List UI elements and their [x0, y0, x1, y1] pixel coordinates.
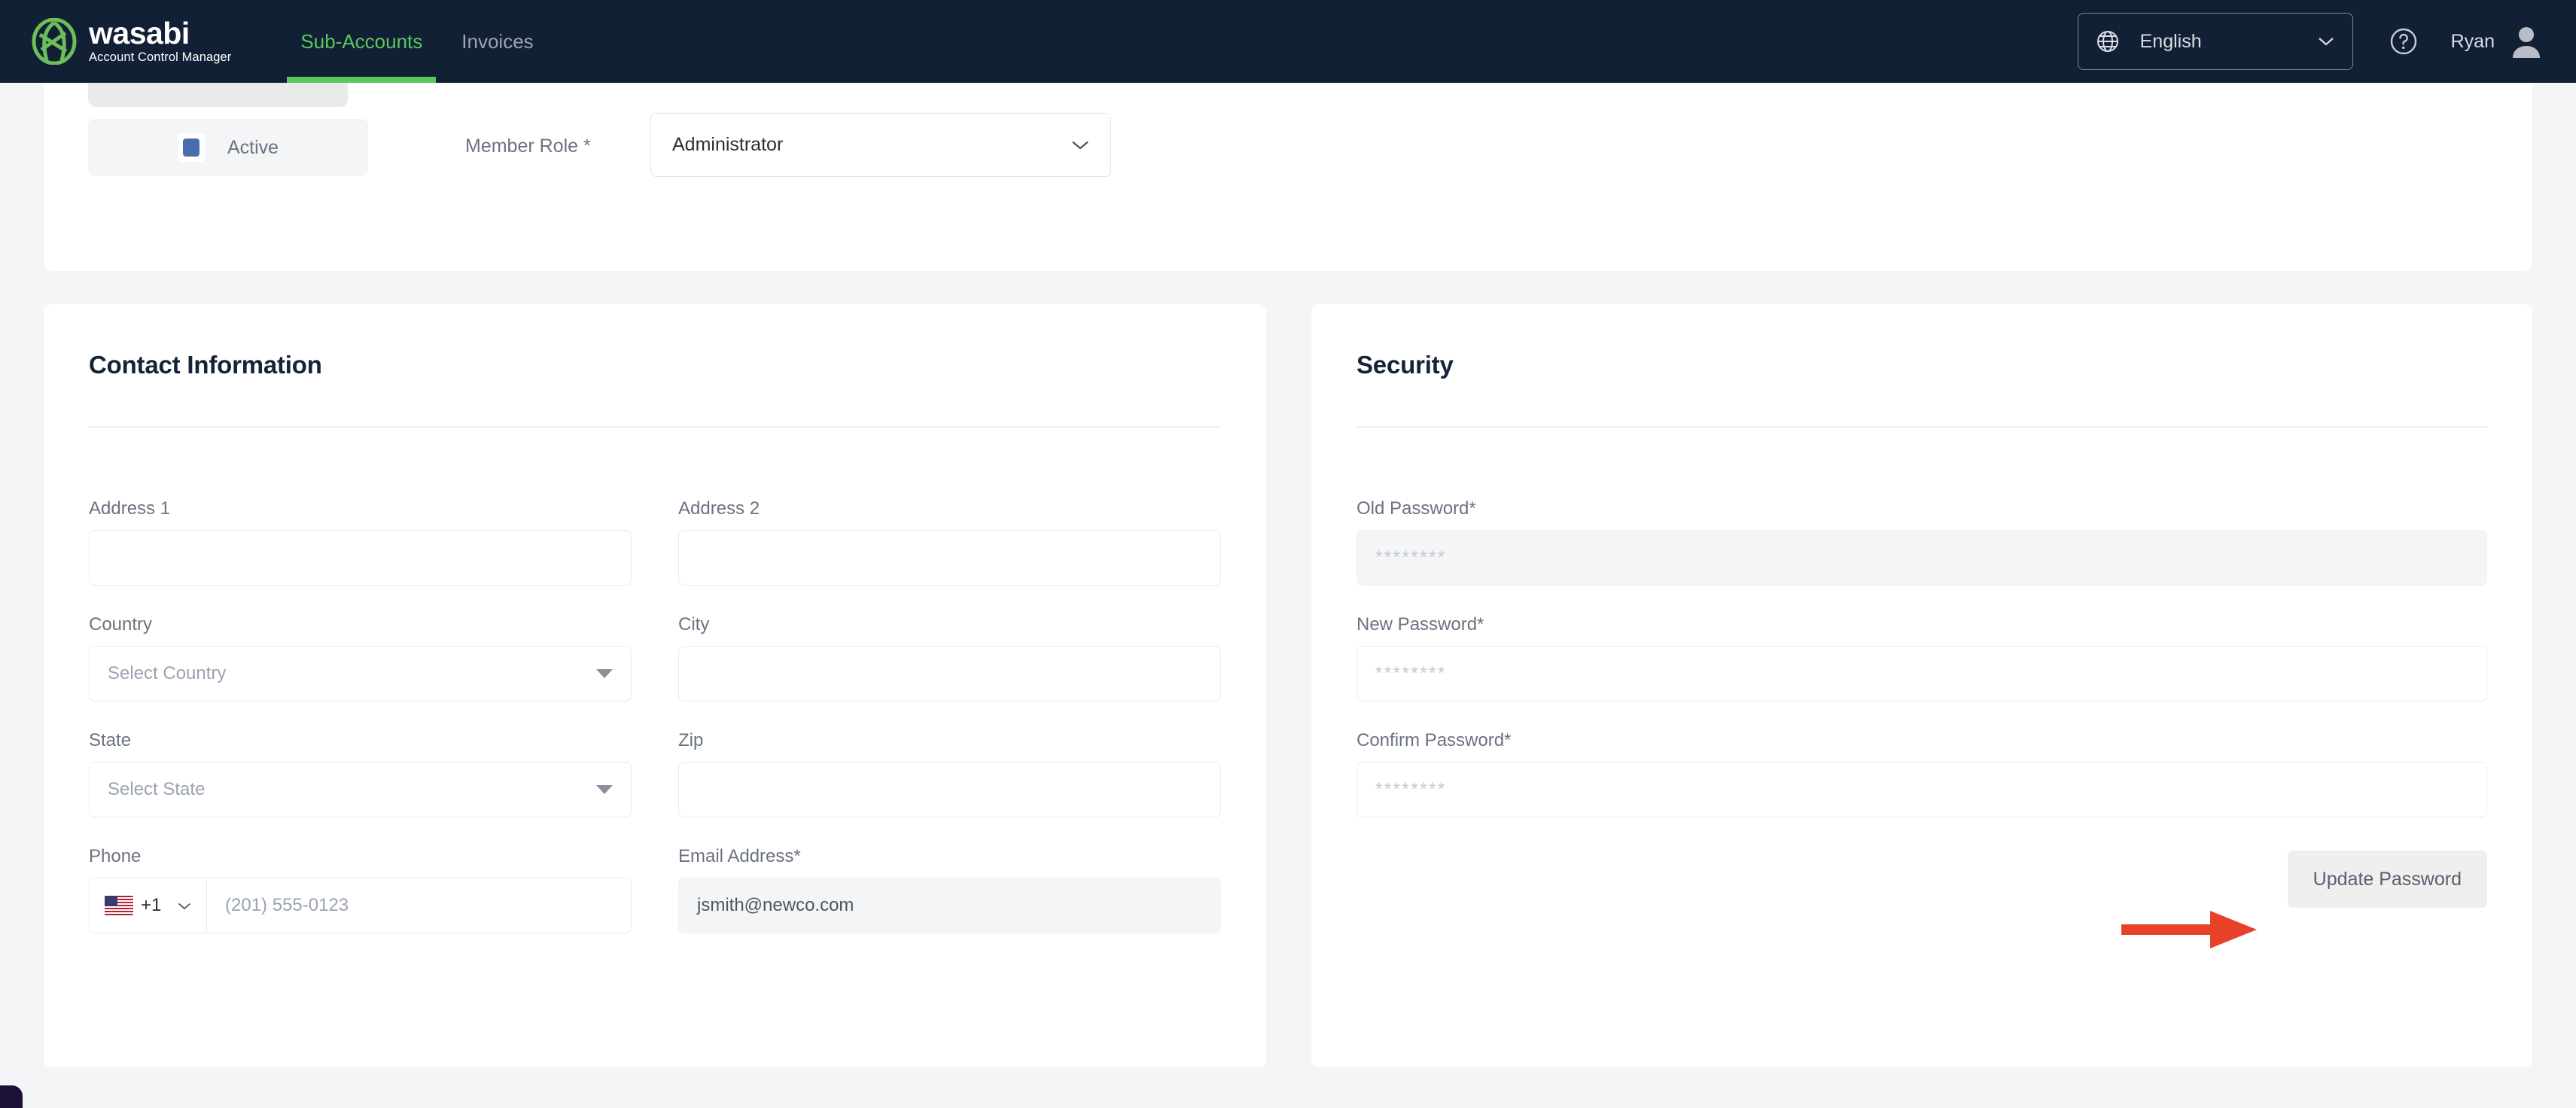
address-1-label: Address 1 — [89, 498, 171, 519]
new-password-placeholder: ******** — [1375, 663, 1447, 683]
dropdown-triangle-icon — [596, 669, 613, 678]
language-selector[interactable]: English — [2077, 13, 2353, 70]
confirm-password-input[interactable]: ******** — [1357, 762, 2487, 817]
zip-input[interactable] — [678, 762, 1221, 817]
update-password-button[interactable]: Update Password — [2287, 851, 2487, 908]
question-circle-icon[interactable] — [2389, 27, 2418, 56]
field-address-1: Address 1 — [89, 498, 632, 586]
field-old-password: Old Password* ******** — [1357, 498, 2487, 586]
wasabi-leaf-logo-icon — [32, 18, 77, 65]
scrolled-field-remnant — [88, 83, 348, 107]
brand-name: wasabi — [89, 16, 190, 50]
state-label: State — [89, 730, 132, 750]
account-status-label: Active — [227, 136, 279, 158]
country-select[interactable]: Select Country — [89, 646, 632, 702]
header-actions: English Ryan — [2077, 13, 2541, 70]
brand-wordmark: wasabi Account Control Manager — [89, 17, 231, 65]
brand-logo-area[interactable]: wasabi Account Control Manager — [32, 17, 231, 65]
field-email: Email Address* jsmith@newco.com — [678, 846, 1221, 933]
account-status-toggle[interactable]: Active — [88, 119, 368, 176]
new-password-label: New Password* — [1357, 614, 1484, 635]
account-details-card: Active Member Role * Administrator — [44, 83, 2532, 271]
contact-information-title: Contact Information — [89, 351, 322, 379]
field-state: State Select State — [89, 730, 632, 817]
field-phone: Phone +1 (201) 555-0123 — [89, 846, 632, 933]
state-placeholder: Select State — [108, 779, 206, 799]
contact-information-card: Contact Information Address 1 Address 2 … — [44, 304, 1266, 1067]
email-value: jsmith@newco.com — [697, 895, 854, 915]
field-address-2: Address 2 — [678, 498, 1221, 586]
phone-country-code-select[interactable]: +1 — [90, 878, 207, 933]
field-confirm-password: Confirm Password* ******** — [1357, 730, 2487, 817]
field-country: Country Select Country — [89, 614, 632, 702]
old-password-label: Old Password* — [1357, 498, 1476, 519]
address-1-input[interactable] — [89, 530, 632, 586]
member-role-select[interactable]: Administrator — [650, 113, 1111, 177]
nav-item-invoices[interactable]: Invoices — [442, 0, 553, 83]
country-label: Country — [89, 614, 153, 635]
phone-input-group: +1 (201) 555-0123 — [89, 878, 632, 933]
nav-item-sub-accounts-label: Sub-Accounts — [300, 29, 423, 53]
nav-item-sub-accounts[interactable]: Sub-Accounts — [281, 0, 442, 83]
user-avatar-icon[interactable] — [2511, 25, 2541, 58]
section-divider — [89, 426, 1221, 428]
update-password-row: Update Password — [1357, 851, 2487, 908]
nav-item-invoices-label: Invoices — [461, 29, 534, 53]
main-nav: Sub-Accounts Invoices — [281, 0, 553, 83]
app-page: wasabi Account Control Manager Sub-Accou… — [0, 0, 2576, 1108]
email-label: Email Address* — [678, 846, 801, 866]
contact-fields-grid: Address 1 Address 2 Country Select Count… — [89, 498, 1221, 933]
field-new-password: New Password* ******** — [1357, 614, 2487, 702]
phone-number-placeholder: (201) 555-0123 — [225, 895, 349, 915]
language-value: English — [2139, 30, 2202, 52]
chevron-down-icon — [178, 903, 191, 909]
security-fields: Old Password* ******** New Password* ***… — [1357, 498, 2487, 846]
state-select[interactable]: Select State — [89, 762, 632, 817]
email-input: jsmith@newco.com — [678, 878, 1221, 933]
confirm-password-placeholder: ******** — [1375, 779, 1447, 799]
member-role-value: Administrator — [672, 134, 784, 155]
chevron-down-icon — [1072, 141, 1089, 150]
phone-country-code-value: +1 — [141, 895, 162, 915]
us-flag-icon — [105, 896, 133, 915]
phone-label: Phone — [89, 846, 142, 866]
chevron-down-icon — [2318, 38, 2334, 46]
security-title: Security — [1357, 351, 1454, 379]
old-password-placeholder: ******** — [1375, 547, 1447, 568]
address-2-input[interactable] — [678, 530, 1221, 586]
security-card: Security Old Password* ******** New Pass… — [1311, 304, 2532, 1067]
confirm-password-label: Confirm Password* — [1357, 730, 1512, 750]
corner-widget-remnant — [0, 1085, 23, 1108]
zip-label: Zip — [678, 730, 704, 750]
top-navigation-bar: wasabi Account Control Manager Sub-Accou… — [0, 0, 2576, 83]
field-city: City — [678, 614, 1221, 702]
status-checkbox-icon — [177, 133, 205, 162]
brand-tagline: Account Control Manager — [89, 50, 232, 64]
section-divider — [1357, 426, 2487, 428]
globe-icon — [2096, 31, 2118, 52]
old-password-input: ******** — [1357, 530, 2487, 586]
dropdown-triangle-icon — [596, 785, 613, 794]
user-name-label[interactable]: Ryan — [2451, 31, 2495, 53]
new-password-input[interactable]: ******** — [1357, 646, 2487, 702]
city-label: City — [678, 614, 710, 635]
address-2-label: Address 2 — [678, 498, 760, 519]
country-placeholder: Select Country — [108, 663, 227, 683]
city-input[interactable] — [678, 646, 1221, 702]
member-role-label: Member Role * — [465, 135, 591, 157]
phone-number-input[interactable]: (201) 555-0123 — [207, 878, 631, 933]
field-zip: Zip — [678, 730, 1221, 817]
